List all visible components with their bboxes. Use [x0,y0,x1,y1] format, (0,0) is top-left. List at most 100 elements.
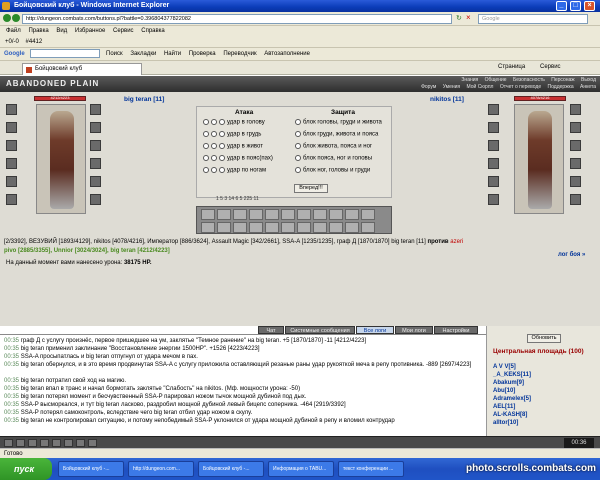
equip-slot[interactable] [570,176,581,187]
taskbar-item[interactable]: Бойцовский клуб -... [198,461,264,477]
equip-slot[interactable] [90,104,101,115]
bar-icon[interactable] [52,439,61,447]
right-character-figure[interactable] [514,104,564,214]
equip-slot[interactable] [570,194,581,205]
user-list-item[interactable]: Abakum[9] [493,380,524,386]
tab-system[interactable]: Системные сообщения [285,326,355,334]
equip-slot[interactable] [90,122,101,133]
spell-slot[interactable] [233,209,247,220]
equip-slot[interactable] [488,176,499,187]
equip-slot[interactable] [488,158,499,169]
equip-slot[interactable] [90,140,101,151]
tab-settings[interactable]: Настройки [434,326,478,334]
toolbar-check[interactable]: Проверка [189,51,216,57]
defense-option[interactable]: блок груди, живота и пояса [295,131,378,138]
taskbar-item[interactable]: http://dungeon.com... [128,461,194,477]
bar-icon[interactable] [28,439,37,447]
spell-slot[interactable] [265,222,279,233]
toolbar-translate[interactable]: Переводчик [223,51,256,57]
defense-option[interactable]: блок головы, груди и живота [295,119,382,126]
equip-slot[interactable] [90,158,101,169]
tab-my-logs[interactable]: Мои логи [395,326,433,334]
spell-slot[interactable] [217,222,231,233]
toolbar-id[interactable]: #4412 [26,36,43,48]
spell-slot[interactable] [265,209,279,220]
spell-slot[interactable] [313,222,327,233]
nav-exit[interactable]: Выход [581,77,596,83]
equip-slot[interactable] [6,104,17,115]
menu-file[interactable]: Файл [6,28,21,34]
nav-support[interactable]: Поддержка [548,84,574,90]
spell-slot[interactable] [345,222,359,233]
user-list-item[interactable]: AEL[11] [493,404,515,410]
battle-log-link[interactable]: лог боя » [558,252,585,258]
tab-chat[interactable]: Чат [258,326,284,334]
taskbar-item[interactable]: текст конференции ... [338,461,404,477]
right-player-name[interactable]: nikitos [11] [430,96,464,103]
teams-right[interactable]: azeri [450,239,463,245]
equip-slot[interactable] [6,140,17,151]
address-input[interactable]: http://dungeon.combats.com/buttons.pl?ba… [22,14,452,24]
nav-profile[interactable]: Анкета [580,84,596,90]
spell-slot[interactable] [329,209,343,220]
chat-log[interactable]: 00:35 граф Д с услугу произнёс, первое п… [0,334,486,448]
nav-surplus[interactable]: Мой Сюрпл [467,84,494,90]
menu-tools[interactable]: Сервис [113,28,134,34]
spell-slot[interactable] [201,209,215,220]
nav-skills[interactable]: Умения [443,84,460,90]
bar-icon[interactable] [64,439,73,447]
nav-security[interactable]: Безопасность [513,77,545,83]
user-list-item[interactable]: A V V[5] [493,364,516,370]
equip-slot[interactable] [488,104,499,115]
nav-transfer[interactable]: Отчет о переводе [500,84,541,90]
start-button[interactable]: пуск [0,458,52,480]
spell-slot[interactable] [281,222,295,233]
toolbar-bookmarks[interactable]: Закладки [130,51,156,57]
page-menu[interactable]: Страница [498,64,525,70]
equip-slot[interactable] [90,194,101,205]
attack-option[interactable]: удар в пояс(пах) [203,155,273,162]
menu-help[interactable]: Справка [141,28,165,34]
spell-slot[interactable] [217,209,231,220]
equip-slot[interactable] [570,122,581,133]
spell-slot[interactable] [361,222,375,233]
bar-icon[interactable] [4,439,13,447]
nav-forum[interactable]: Форум [421,84,436,90]
user-list-item[interactable]: AL-KASH[8] [493,412,527,418]
defense-option[interactable]: блок ног, головы и груди [295,167,370,174]
equip-slot[interactable] [90,176,101,187]
refresh-button[interactable]: Обновить [527,334,561,343]
spell-slot[interactable] [201,222,215,233]
close-button[interactable]: × [584,1,595,11]
equip-slot[interactable] [6,176,17,187]
taskbar-item[interactable]: Информация о TABU... [268,461,334,477]
minimize-button[interactable]: _ [556,1,567,11]
defense-option[interactable]: блок живота, пояса и ног [295,143,372,150]
tools-menu[interactable]: Сервис [540,64,561,70]
equip-slot[interactable] [570,158,581,169]
browser-tab[interactable]: Бойцовский клуб [22,63,142,75]
refresh-icon[interactable]: ↻ [456,14,462,22]
user-list-item[interactable]: _A_KEKS[11] [493,372,531,378]
spell-slot[interactable] [297,209,311,220]
bar-icon[interactable] [76,439,85,447]
spell-slot[interactable] [345,209,359,220]
user-list-item[interactable]: Abu[10] [493,388,515,394]
left-player-name[interactable]: big teran [11] [124,96,164,103]
equip-slot[interactable] [488,140,499,151]
equip-slot[interactable] [570,104,581,115]
forward-icon[interactable] [12,14,20,22]
back-icon[interactable] [3,14,11,22]
teams-line-right[interactable]: pivo [2885/3355], Unnior [3024/3024], bi… [4,248,170,254]
equip-slot[interactable] [6,122,17,133]
attack-option[interactable]: удар в грудь [203,131,261,138]
left-character-figure[interactable] [36,104,86,214]
nav-character[interactable]: Персонаж [551,77,574,83]
toolbar-counter[interactable]: +0/-0 [5,36,19,48]
spell-slot[interactable] [249,209,263,220]
attack-option[interactable]: удар по ногам [203,167,266,174]
menu-favorites[interactable]: Избранное [75,28,105,34]
bar-icon[interactable] [40,439,49,447]
attack-option[interactable]: удар в живот [203,143,263,150]
nav-knowledge[interactable]: Знания [461,77,478,83]
